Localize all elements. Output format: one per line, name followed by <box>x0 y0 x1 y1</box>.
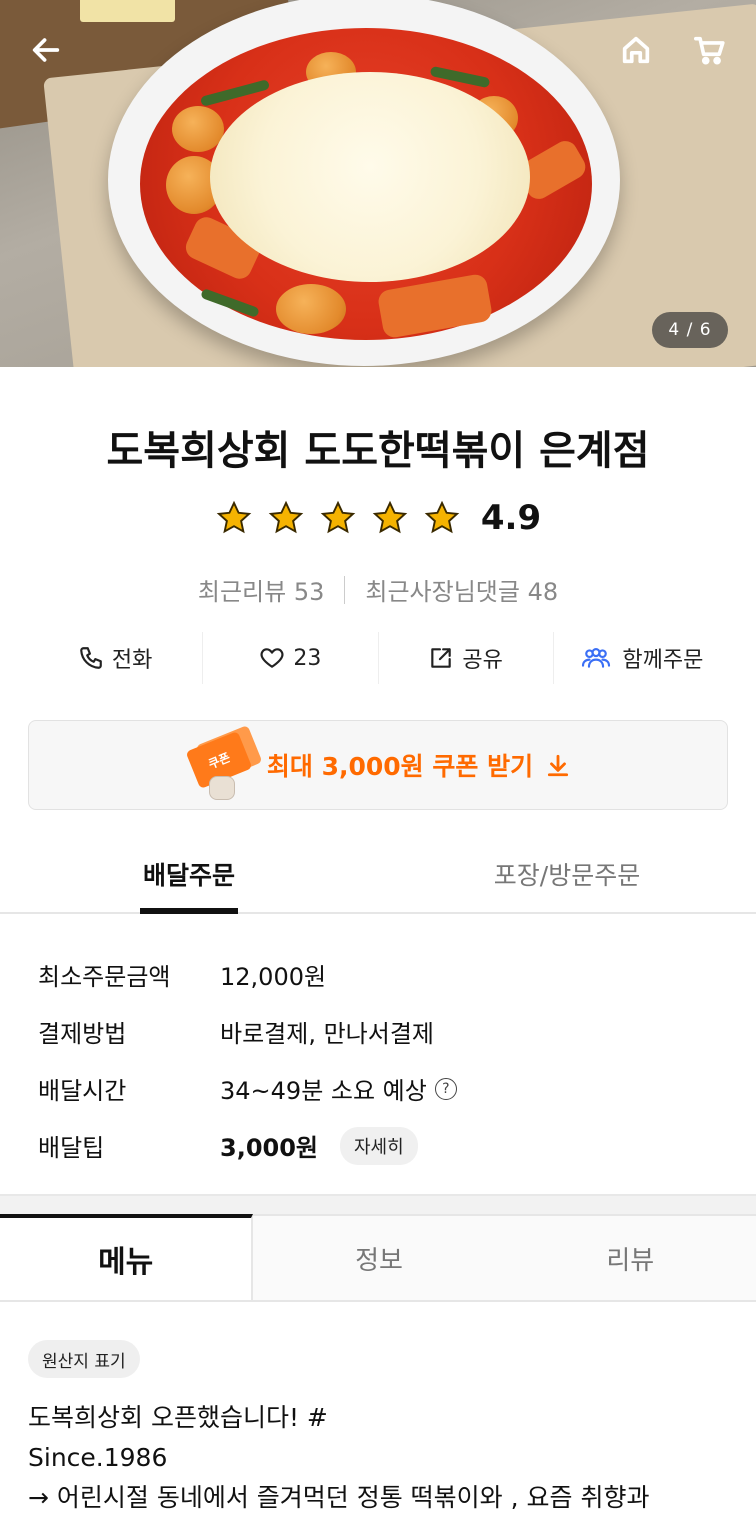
recent-reviews-link[interactable]: 최근리뷰 53 <box>198 572 325 607</box>
home-button[interactable] <box>614 28 658 72</box>
min-order-value: 12,000원 <box>220 963 327 991</box>
info-row: 결제방법 바로결제, 만나서결제 <box>38 1003 718 1060</box>
phone-icon <box>80 647 102 669</box>
tab-menu[interactable]: 메뉴 <box>0 1214 254 1300</box>
info-row: 배달팁 3,000원 자세히 <box>38 1117 718 1174</box>
store-hero-image[interactable]: 4 / 6 <box>0 0 756 367</box>
origin-label-button[interactable]: 원산지 표기 <box>28 1340 140 1378</box>
heart-icon <box>260 648 284 668</box>
delivery-tip-label: 배달팁 <box>38 1134 105 1162</box>
fishcake-ball-image <box>276 284 346 334</box>
min-order-label: 최소주문금액 <box>38 963 171 991</box>
delivery-time-value: 34~49분 소요 예상 <box>220 1077 427 1105</box>
tab-delivery[interactable]: 배달주문 <box>0 844 378 912</box>
info-row: 배달시간 34~49분 소요 예상 ? <box>38 1060 718 1117</box>
star-icon <box>372 500 408 534</box>
home-icon <box>622 36 650 64</box>
coupon-download-button[interactable]: 쿠폰 최대 3,000원 쿠폰 받기 <box>28 720 728 810</box>
hand-icon <box>208 776 235 800</box>
cart-icon <box>693 36 725 65</box>
description-line: → 어린시절 동네에서 즐겨먹던 정통 떡볶이와 , 요즘 취향과 <box>28 1483 650 1512</box>
star-icon <box>216 500 252 534</box>
delivery-tip-detail-button[interactable]: 자세히 <box>340 1126 418 1165</box>
share-icon <box>431 648 452 668</box>
tab-review[interactable]: 리뷰 <box>504 1214 756 1300</box>
store-description: 도복희상회 오픈했습니다! # Since.1986 → 어린시절 동네에서 즐… <box>28 1398 738 1517</box>
rating-row: 4.9 <box>0 498 756 538</box>
group-users-icon <box>582 648 611 668</box>
info-row: 최소주문금액 12,000원 <box>38 946 718 1003</box>
content-tabs: 메뉴 정보 리뷰 <box>0 1214 756 1302</box>
owner-replies-link[interactable]: 최근사장님댓글 48 <box>365 572 558 607</box>
delivery-tip-value: 3,000원 <box>220 1134 318 1162</box>
coupon-label: 최대 3,000원 쿠폰 받기 <box>266 752 534 781</box>
tab-pickup[interactable]: 포장/방문주문 <box>378 844 756 912</box>
cheese-block-image <box>80 0 175 22</box>
store-name: 도복희상회 도도한떡볶이 은계점 <box>106 428 650 474</box>
payment-value: 바로결제, 만나서결제 <box>220 1020 434 1048</box>
help-icon[interactable]: ? <box>434 1077 457 1100</box>
delivery-tip-value-wrap: 3,000원 자세히 <box>220 1126 418 1165</box>
call-label: 전화 <box>111 648 153 673</box>
group-order-label: 함께주문 <box>622 648 704 673</box>
delivery-time-label: 배달시간 <box>38 1077 127 1105</box>
like-button[interactable]: 23 <box>202 632 377 684</box>
arrow-left-icon <box>32 38 60 62</box>
order-type-tabs: 배달주문 포장/방문주문 <box>0 844 756 914</box>
share-label: 공유 <box>462 648 503 673</box>
back-button[interactable] <box>24 28 68 72</box>
store-actions: 전화 23 공유 함께주문 <box>28 632 728 684</box>
payment-label: 결제방법 <box>38 1020 127 1048</box>
coupon-icon: 쿠폰 <box>185 724 263 800</box>
image-counter: 4 / 6 <box>652 312 728 348</box>
melted-cheese-image <box>210 72 530 282</box>
rating-value: 4.9 <box>480 498 542 538</box>
star-icon <box>320 500 356 534</box>
review-summary: 최근리뷰 53 최근사장님댓글 48 <box>0 572 756 607</box>
delivery-info: 최소주문금액 12,000원 결제방법 바로결제, 만나서결제 배달시간 34~… <box>38 946 718 1174</box>
like-count: 23 <box>293 645 322 671</box>
delivery-time-value-wrap: 34~49분 소요 예상 ? <box>220 1071 457 1106</box>
download-arrow-icon <box>548 754 569 777</box>
cart-button[interactable] <box>688 28 732 72</box>
description-line: 도복희상회 오픈했습니다! # <box>28 1403 328 1432</box>
share-button[interactable]: 공유 <box>377 632 553 684</box>
star-icon <box>268 500 304 534</box>
tab-info[interactable]: 정보 <box>253 1214 505 1300</box>
description-line: Since.1986 <box>28 1443 168 1472</box>
group-order-button[interactable]: 함께주문 <box>552 632 728 684</box>
divider <box>344 575 346 604</box>
star-icon <box>424 500 460 534</box>
call-button[interactable]: 전화 <box>28 632 202 684</box>
section-divider <box>0 1194 756 1216</box>
